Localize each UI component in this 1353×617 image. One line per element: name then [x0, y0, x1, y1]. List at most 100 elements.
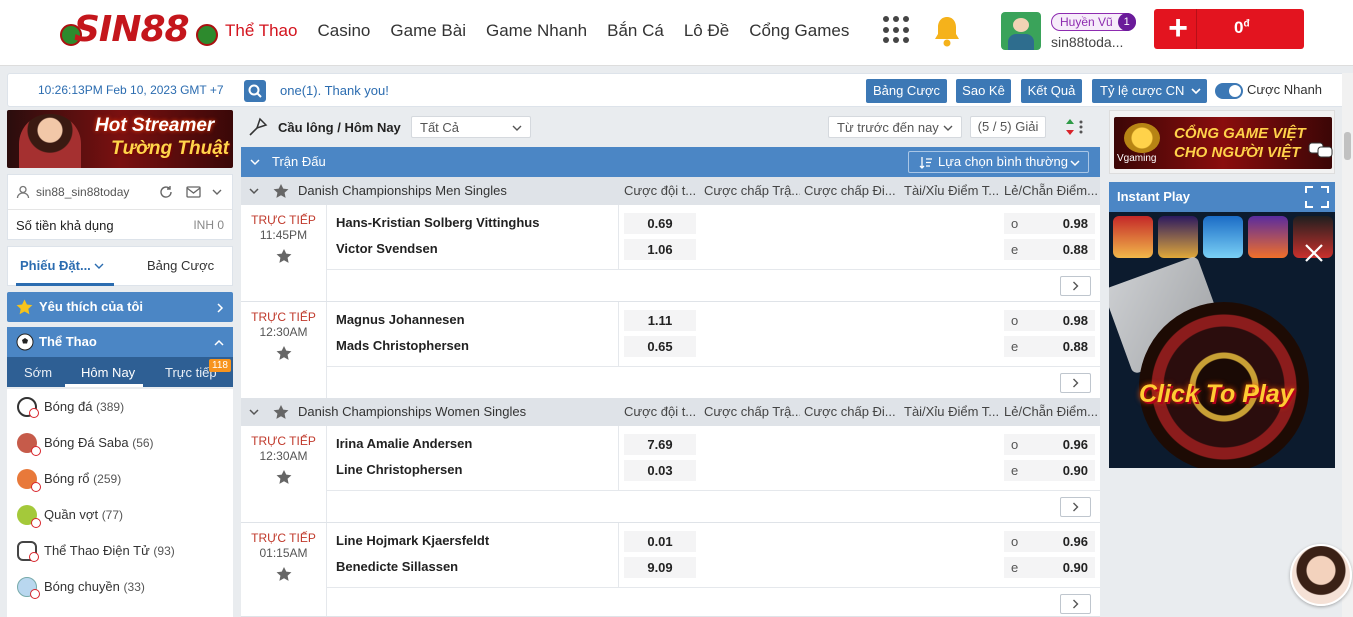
game-thumbnail[interactable] [1248, 216, 1288, 258]
more-bets-button[interactable] [1060, 373, 1091, 393]
sport-item-volleyball[interactable]: Bóng chuyền (33) [7, 569, 233, 605]
mail-icon[interactable] [186, 186, 201, 198]
sports-header[interactable]: Thể Thao [7, 327, 233, 357]
odds-even[interactable]: e 0.88 [1004, 336, 1095, 357]
odds-even[interactable]: e 0.88 [1004, 239, 1095, 260]
star-icon[interactable] [276, 248, 292, 264]
more-bets-button[interactable] [1060, 497, 1091, 517]
nav-game-nhanh[interactable]: Game Nhanh [486, 21, 587, 41]
server-clock: 10:26:13PM Feb 10, 2023 GMT +7 [38, 83, 224, 97]
badminton-icon [249, 117, 268, 136]
tab-early[interactable]: Sớm [24, 365, 52, 380]
odds-away[interactable]: 0.65 [624, 336, 696, 357]
close-icon[interactable] [1301, 240, 1327, 266]
hot-streamer-banner[interactable]: Hot Streamer Tường Thuật [7, 110, 233, 168]
betslip-tabs: Phiếu Đặt... Bảng Cược [7, 246, 233, 286]
odds-odd[interactable]: o 0.96 [1004, 531, 1095, 552]
odds-odd[interactable]: o 0.98 [1004, 310, 1095, 331]
star-icon[interactable] [276, 469, 292, 485]
odds-home[interactable]: 1.11 [624, 310, 696, 331]
home-team: Magnus Johannesen [336, 312, 465, 327]
odds-odd[interactable]: o 0.98 [1004, 213, 1095, 234]
sport-item-football[interactable]: Bóng đá (389) [7, 389, 233, 425]
star-icon[interactable] [273, 183, 289, 199]
away-team: Benedicte Sillassen [336, 559, 459, 574]
odds-home[interactable]: 0.69 [624, 213, 696, 234]
search-button[interactable] [244, 80, 266, 102]
vgaming-promo-banner[interactable]: Vgaming CỔNG GAME VIỆT CHO NGƯỜI VIỆT [1109, 110, 1335, 174]
apps-grid-icon[interactable] [883, 16, 911, 44]
odds-even[interactable]: e 0.90 [1004, 557, 1095, 578]
odds-home[interactable]: 0.01 [624, 531, 696, 552]
chevron-down-icon[interactable] [212, 188, 222, 196]
quick-bet-toggle[interactable] [1215, 83, 1243, 99]
odds-even[interactable]: e 0.90 [1004, 460, 1095, 481]
volleyball-icon [17, 577, 40, 599]
league-header[interactable]: Danish Championships Women Singles Cược … [241, 398, 1100, 426]
live-chat-avatar[interactable] [1290, 544, 1352, 606]
chevron-down-icon [512, 125, 522, 131]
filter-bar: Cầu lông / Hôm Nay Tất Cả Từ trước đến n… [241, 110, 1100, 144]
nav-lo-de[interactable]: Lô Đề [684, 21, 729, 41]
star-icon[interactable] [273, 404, 289, 420]
bet-list-button[interactable]: Bảng Cược [866, 79, 947, 103]
sort-order-icon[interactable] [1063, 116, 1089, 138]
sort-dropdown[interactable]: Từ trước đến nay [828, 116, 962, 138]
star-icon[interactable] [276, 566, 292, 582]
sin88-logo[interactable]: SIN88 [60, 10, 218, 50]
odds-away[interactable]: 1.06 [624, 239, 696, 260]
game-thumbnail[interactable] [1158, 216, 1198, 258]
nav-game-bai[interactable]: Game Bài [390, 21, 466, 41]
favorites-label: Yêu thích của tôi [39, 299, 144, 314]
page-scrollbar-thumb[interactable] [1344, 132, 1351, 160]
view-mode-dropdown[interactable]: Lựa chọn bình thường [908, 151, 1089, 173]
chat-bubbles-icon[interactable] [1308, 141, 1334, 159]
sport-item-football-saba[interactable]: Bóng Đá Saba (56) [7, 425, 233, 461]
header-username[interactable]: sin88toda... [1051, 34, 1123, 50]
nav-cong-games[interactable]: Cổng Games [749, 21, 849, 41]
game-thumbnail[interactable] [1113, 216, 1153, 258]
sport-item-tennis[interactable]: Quần vợt (77) [7, 497, 233, 533]
odds-type-dropdown[interactable]: Tỷ lệ cược CN [1092, 79, 1207, 103]
more-bets-button[interactable] [1060, 594, 1091, 614]
nav-casino[interactable]: Casino [317, 21, 370, 41]
home-team: Irina Amalie Andersen [336, 436, 473, 451]
refresh-icon[interactable] [159, 185, 173, 199]
deposit-button[interactable]: + 0đ [1154, 9, 1304, 49]
favorites-bar[interactable]: Yêu thích của tôi [7, 292, 233, 322]
game-thumbnail[interactable] [1203, 216, 1243, 258]
tab-today[interactable]: Hôm Nay [81, 365, 135, 380]
tab-bet-list[interactable]: Bảng Cược [147, 258, 214, 273]
fullscreen-icon[interactable] [1305, 186, 1329, 208]
quick-bet-label: Cược Nhanh [1247, 82, 1323, 97]
click-to-play-button[interactable]: Click To Play [1139, 380, 1294, 409]
results-button[interactable]: Kết Quả [1021, 79, 1082, 103]
banner-subtitle: Tường Thuật [111, 138, 230, 159]
statement-button[interactable]: Sao Kê [956, 79, 1011, 103]
bell-icon[interactable] [931, 14, 963, 48]
odds-home[interactable]: 7.69 [624, 434, 696, 455]
live-status: TRỰC TIẾP [251, 213, 316, 227]
sport-period-tabs: Sớm Hôm Nay Trực tiếp 118 [7, 357, 233, 387]
chevron-down-icon[interactable] [250, 159, 260, 166]
vip-level: 1 [1117, 13, 1136, 31]
odds-odd[interactable]: o 0.96 [1004, 434, 1095, 455]
star-icon[interactable] [276, 345, 292, 361]
section-title: Trận Đấu [272, 154, 326, 169]
instant-play-panel[interactable]: Instant Play Click To Play [1109, 182, 1335, 468]
user-avatar[interactable] [1001, 12, 1041, 50]
league-pager[interactable]: (5 / 5) Giải [970, 116, 1046, 138]
col-header-odd-even: Lẻ/Chẵn Điểm... [1004, 404, 1098, 419]
nav-the-thao[interactable]: Thể Thao [225, 21, 297, 41]
tab-bet-slip[interactable]: Phiếu Đặt... [20, 258, 104, 273]
sport-item-esports[interactable]: Thể Thao Điện Tử (93) [7, 533, 233, 569]
away-team: Mads Christophersen [336, 338, 469, 353]
sport-item-basketball[interactable]: Bóng rổ (259) [7, 461, 233, 497]
odds-away[interactable]: 0.03 [624, 460, 696, 481]
more-bets-button[interactable] [1060, 276, 1091, 296]
league-header[interactable]: Danish Championships Men Singles Cược độ… [241, 177, 1100, 205]
market-filter-dropdown[interactable]: Tất Cả [411, 116, 531, 138]
nav-ban-ca[interactable]: Bắn Cá [607, 21, 664, 41]
vgaming-logo [1124, 123, 1160, 153]
odds-away[interactable]: 9.09 [624, 557, 696, 578]
